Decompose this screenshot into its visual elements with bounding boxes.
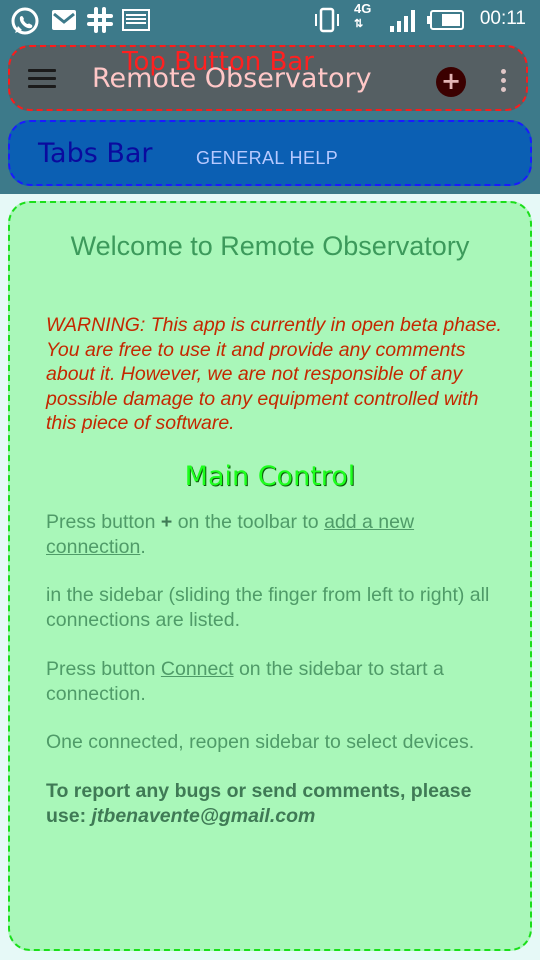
add-connection-button[interactable]: + [436, 67, 466, 97]
app-bar: Top Button Bar Remote Observatory + Tabs… [0, 40, 540, 194]
page-title: Welcome to Remote Observatory [70, 231, 470, 261]
app-title: Remote Observatory [92, 63, 372, 94]
whatsapp-icon [10, 6, 40, 40]
help-add-connection: Press button + on the toolbar to add a n… [46, 511, 415, 558]
more-vert-icon[interactable] [498, 69, 508, 97]
bug-report-contact: To report any bugs or send comments, ple… [46, 780, 472, 827]
help-select-devices: One connected, reopen sidebar to select … [46, 731, 475, 753]
status-time: 00:11 [479, 8, 526, 29]
section-title-main-control: Main Control [184, 461, 356, 492]
signal-icon [388, 6, 420, 38]
gallery-icon [122, 6, 150, 38]
connect-link[interactable]: Connect [161, 658, 234, 680]
plus-glyph: + [160, 511, 173, 533]
help-connect: Press button Connect on the sidebar to s… [46, 658, 444, 705]
network-4g-indicator: 4G ⇅ [354, 1, 372, 31]
battery-icon [426, 9, 466, 35]
data-arrows-icon: ⇅ [354, 18, 364, 30]
tabs-bar: Tabs Bar GENERAL HELP [8, 120, 532, 186]
email-icon [50, 6, 78, 38]
tab-general-help[interactable]: GENERAL HELP [196, 148, 338, 169]
contact-email[interactable]: jtbenavente@gmail.com [92, 805, 316, 827]
tabs-bar-annotation: Tabs Bar [38, 138, 153, 169]
vibrate-icon [312, 6, 342, 38]
hamburger-icon[interactable] [28, 69, 56, 89]
status-bar: 4G ⇅ 00:11 [0, 0, 540, 40]
help-sidebar: in the sidebar (sliding the finger from … [46, 584, 490, 631]
top-button-bar: Top Button Bar Remote Observatory + [8, 45, 528, 111]
slack-icon [86, 6, 114, 38]
beta-warning: WARNING: This app is currently in open b… [46, 314, 502, 434]
help-content-panel: Welcome to Remote Observatory WARNING: T… [8, 201, 532, 951]
